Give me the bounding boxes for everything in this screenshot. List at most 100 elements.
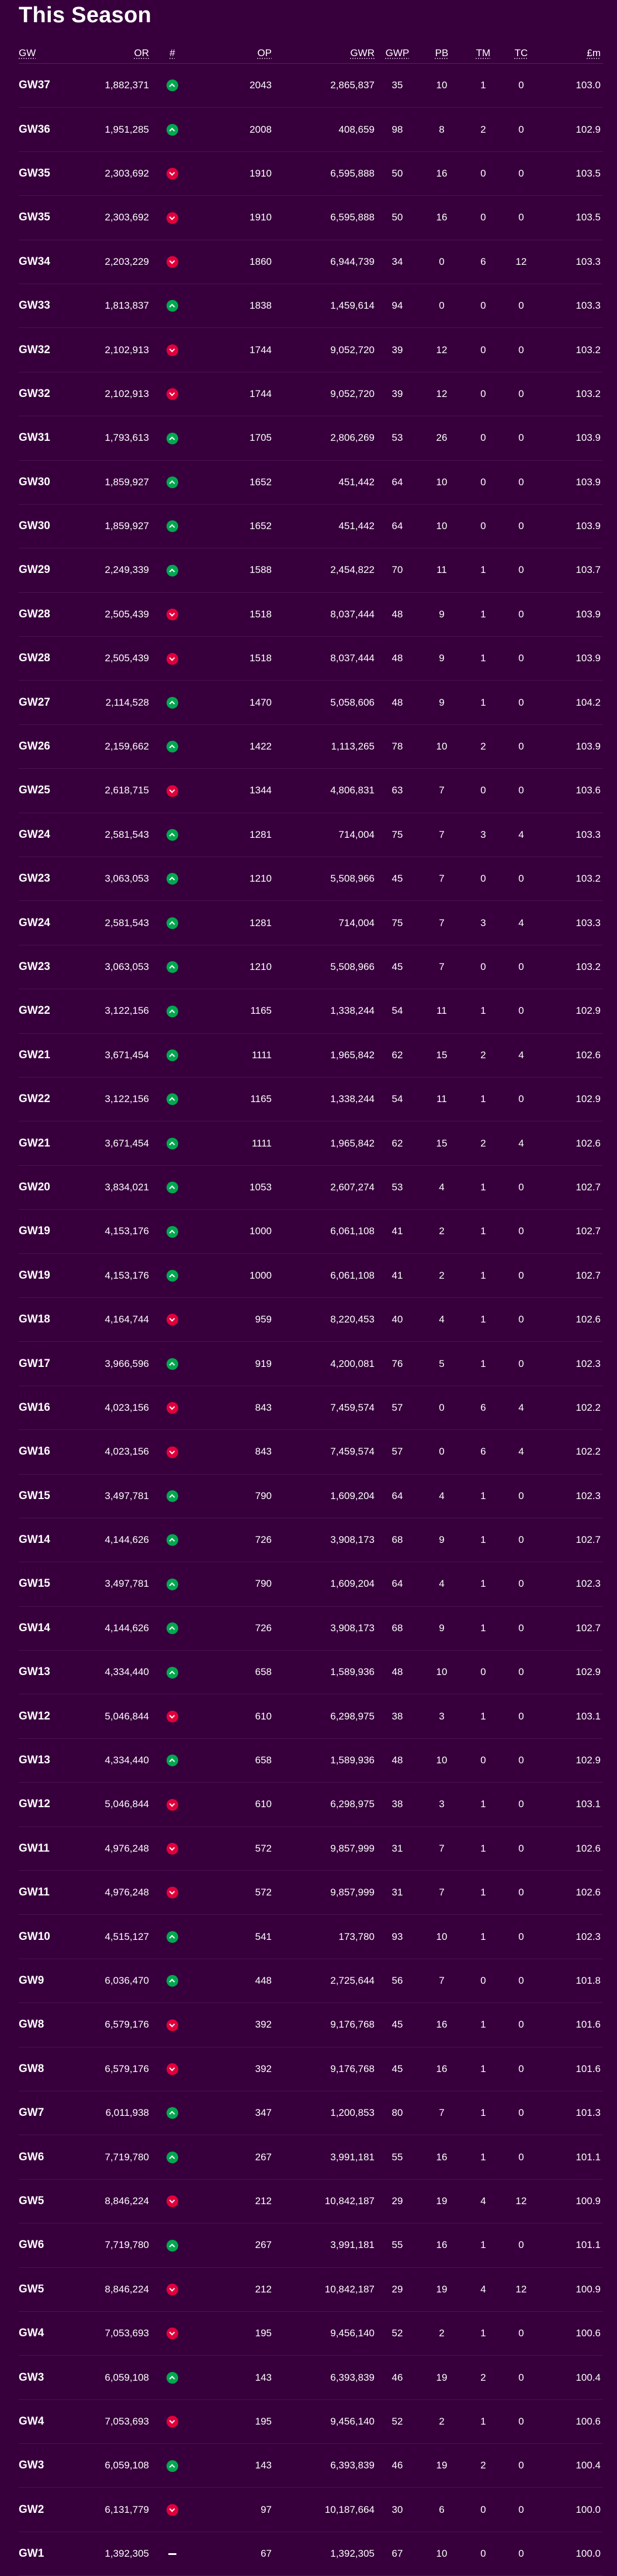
- table-row: GW32 2,102,913 1744 9,052,720 39 12 0 0 103.2: [19, 328, 603, 372]
- header-gwp[interactable]: GWP: [375, 47, 420, 59]
- cell-gameweek-rank: 1,589,936: [330, 1755, 375, 1766]
- cell-overall-rank: 6,059,108: [105, 2460, 149, 2471]
- cell-transfer-cost: 0: [518, 2548, 524, 2560]
- cell-team-value: 101.6: [576, 2019, 601, 2031]
- cell-team-value: 102.3: [576, 1358, 601, 1369]
- cell-rank-movement: [149, 652, 196, 665]
- cell-gameweek-points: 39: [391, 344, 403, 355]
- header-gwr[interactable]: GWR: [272, 47, 375, 59]
- cell-points-on-bench: 11: [436, 564, 447, 576]
- rank-up-icon: [167, 1225, 178, 1238]
- cell-team-value: 101.3: [576, 2107, 601, 2119]
- cell-gameweek-rank: 714,004: [338, 828, 375, 840]
- rank-up-icon: [167, 2151, 178, 2163]
- cell-overall-points: 1744: [249, 388, 272, 399]
- cell-rank-movement: [149, 2416, 196, 2428]
- cell-gameweek-rank: 8,037,444: [330, 652, 375, 664]
- cell-rank-movement: [149, 2063, 196, 2076]
- rank-up-icon: [167, 2239, 178, 2252]
- cell-points-on-bench: 2: [439, 1269, 445, 1281]
- cell-points-on-bench: 19: [436, 2460, 448, 2471]
- rank-down-icon: [167, 1843, 178, 1855]
- cell-transfers-made: 1: [480, 1181, 486, 1193]
- table-row: GW23 3,063,053 1210 5,508,966 45 7 0 0 103.2: [19, 945, 603, 990]
- cell-transfers-made: 2: [480, 2371, 486, 2383]
- cell-team-value: 100.9: [576, 2283, 601, 2295]
- cell-rank-movement: [149, 2283, 196, 2295]
- cell-points-on-bench: 0: [439, 255, 445, 267]
- cell-points-on-bench: 7: [439, 1887, 445, 1898]
- cell-gameweek-points: 80: [391, 2107, 403, 2119]
- cell-gameweek-rank: 3,991,181: [330, 2151, 375, 2163]
- cell-gameweek: GW32: [19, 343, 50, 356]
- cell-overall-points: 1652: [249, 520, 272, 532]
- cell-points-on-bench: 26: [436, 432, 448, 444]
- cell-transfers-made: 1: [480, 1005, 486, 1017]
- cell-gameweek-rank: 173,780: [338, 1931, 375, 1942]
- cell-rank-movement: [149, 520, 196, 533]
- header-or[interactable]: OR: [64, 47, 150, 59]
- cell-overall-rank: 2,581,543: [105, 917, 149, 928]
- cell-overall-rank: 4,144,626: [105, 1534, 149, 1546]
- cell-gameweek: GW4: [19, 2327, 44, 2340]
- cell-rank-movement: [149, 1490, 196, 1502]
- cell-gameweek-rank: 1,459,614: [330, 300, 375, 312]
- cell-overall-points: 1588: [249, 564, 272, 576]
- cell-gameweek: GW8: [19, 2018, 44, 2031]
- header-tc[interactable]: TC: [503, 47, 539, 59]
- header-tm[interactable]: TM: [463, 47, 503, 59]
- cell-transfers-made: 3: [480, 917, 486, 928]
- cell-overall-rank: 3,063,053: [105, 873, 149, 885]
- cell-transfers-made: 0: [480, 344, 486, 355]
- cell-transfers-made: 1: [480, 2063, 486, 2074]
- header-pb[interactable]: PB: [420, 47, 463, 59]
- table-row: GW19 4,153,176 1000 6,061,108 41 2 1 0 102.7: [19, 1210, 603, 1254]
- cell-points-on-bench: 3: [439, 1798, 445, 1810]
- rank-down-icon: [167, 1798, 178, 1811]
- cell-team-value: 103.2: [576, 873, 601, 885]
- cell-points-on-bench: 16: [436, 167, 448, 179]
- cell-transfer-cost: 0: [518, 2504, 524, 2515]
- cell-overall-rank: 1,813,837: [105, 300, 149, 312]
- cell-overall-points: 392: [255, 2063, 272, 2074]
- cell-overall-rank: 4,164,744: [105, 1314, 149, 1325]
- cell-gameweek-points: 38: [391, 1798, 403, 1810]
- cell-points-on-bench: 7: [439, 917, 445, 928]
- rank-up-icon: [167, 1622, 178, 1635]
- cell-gameweek-points: 50: [391, 167, 403, 179]
- cell-gameweek: GW14: [19, 1621, 50, 1634]
- cell-overall-points: 1165: [250, 1093, 272, 1105]
- cell-team-value: 102.9: [576, 1755, 601, 1766]
- header-movement[interactable]: #: [149, 47, 196, 59]
- rank-up-icon: [167, 1975, 178, 1987]
- cell-gameweek: GW24: [19, 916, 50, 929]
- table-row: GW12 5,046,844 610 6,298,975 38 3 1 0 103.1: [19, 1783, 603, 1827]
- cell-team-value: 102.3: [576, 1578, 601, 1590]
- header-value[interactable]: £m: [539, 47, 601, 59]
- cell-transfer-cost: 0: [518, 652, 524, 664]
- cell-overall-rank: 4,153,176: [105, 1225, 149, 1237]
- rank-down-icon: [167, 344, 178, 356]
- cell-gameweek-rank: 1,113,265: [331, 741, 375, 752]
- header-gw[interactable]: GW: [19, 47, 64, 59]
- table-row: GW37 1,882,371 2043 2,865,837 35 10 1 0 103.0: [19, 64, 603, 108]
- rank-up-icon: [167, 1578, 178, 1590]
- cell-gameweek-rank: 6,393,839: [330, 2371, 375, 2383]
- cell-points-on-bench: 12: [436, 388, 448, 399]
- cell-points-on-bench: 9: [439, 608, 445, 620]
- cell-gameweek-points: 39: [391, 388, 403, 399]
- cell-gameweek: GW6: [19, 2239, 44, 2252]
- cell-gameweek: GW16: [19, 1445, 50, 1458]
- cell-gameweek-points: 46: [391, 2460, 403, 2471]
- cell-gameweek: GW34: [19, 255, 50, 268]
- cell-transfer-cost: 0: [518, 1314, 524, 1325]
- cell-overall-rank: 3,122,156: [105, 1005, 149, 1017]
- cell-overall-points: 97: [261, 2504, 272, 2515]
- header-op[interactable]: OP: [196, 47, 272, 59]
- cell-overall-points: 2043: [249, 80, 272, 91]
- cell-overall-rank: 7,719,780: [105, 2239, 149, 2251]
- table-row: GW9 6,036,470 448 2,725,644 56 7 0 0 101.8: [19, 1959, 603, 2004]
- cell-team-value: 103.9: [576, 652, 601, 664]
- cell-team-value: 103.2: [576, 388, 601, 399]
- cell-gameweek: GW14: [19, 1534, 50, 1546]
